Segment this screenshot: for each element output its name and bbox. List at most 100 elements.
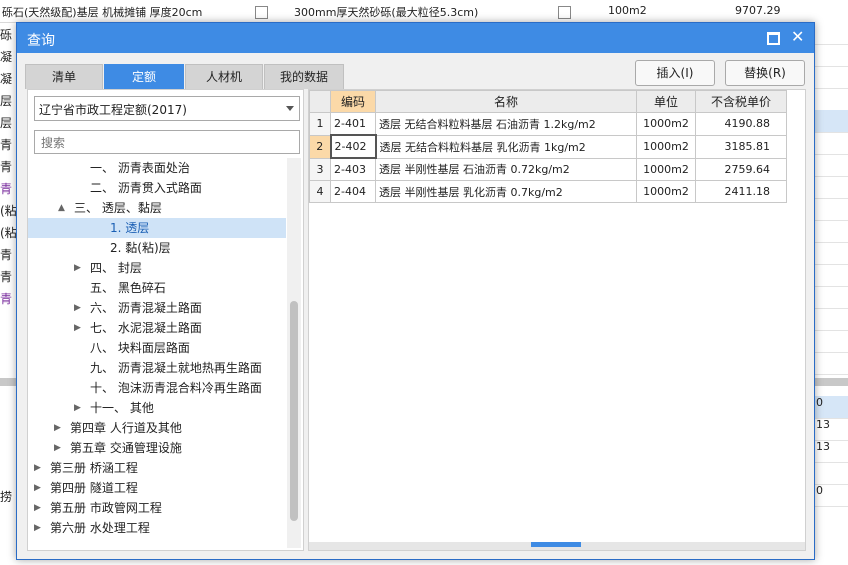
header-unit[interactable]: 单位	[636, 90, 696, 113]
bg-right-cell	[812, 286, 848, 309]
tree-node[interactable]: 2. 黏(粘)层	[28, 238, 286, 258]
cell-idx[interactable]: 4	[309, 180, 331, 203]
dialog-titlebar[interactable]: 查询 ✕	[17, 23, 814, 53]
splitter-handle[interactable]	[531, 542, 581, 547]
tab-list[interactable]: 清单	[25, 64, 103, 89]
bg-right-cell: 0	[812, 484, 848, 507]
tree-node[interactable]: ▶ 十一、 其他	[28, 398, 286, 418]
tree-node[interactable]: 十、 泡沫沥青混合料冷再生路面	[28, 378, 286, 398]
tree-node[interactable]: 二、 沥青贯入式路面	[28, 178, 286, 198]
cell-idx[interactable]: 2	[309, 134, 331, 159]
bg-checkbox[interactable]	[558, 6, 571, 19]
cell-unit[interactable]: 1000m2	[636, 180, 696, 203]
replace-button[interactable]: 替换(R)	[725, 60, 805, 86]
cell-unit[interactable]: 1000m2	[636, 157, 696, 181]
tree-scrollbar[interactable]	[287, 158, 301, 548]
maximize-icon[interactable]	[767, 32, 780, 45]
collapsed-arrow-icon[interactable]: ▶	[74, 398, 81, 418]
scrollbar-thumb[interactable]	[290, 301, 298, 521]
bg-right-cell	[812, 110, 848, 133]
header-name[interactable]: 名称	[375, 90, 637, 113]
tree-node[interactable]: ▶ 四、 封层	[28, 258, 286, 278]
collapsed-arrow-icon[interactable]: ▶	[34, 518, 41, 538]
tree-node[interactable]: 五、 黑色碎石	[28, 278, 286, 298]
collapsed-arrow-icon[interactable]: ▶	[34, 478, 41, 498]
bg-splitter[interactable]	[812, 378, 848, 386]
tree-node[interactable]: ▶ 第四册 隧道工程	[28, 478, 286, 498]
header-code[interactable]: 编码	[330, 90, 376, 113]
chevron-down-icon[interactable]	[286, 106, 294, 111]
tree-node[interactable]: 一、 沥青表面处治	[28, 158, 286, 178]
cell-idx[interactable]: 3	[309, 157, 331, 181]
cell-name[interactable]: 透层 无结合料粒料基层 石油沥青 1.2kg/m2	[375, 112, 637, 136]
background-top-row: 砾石(天然级配)基层 机械摊铺 厚度20cm 300mm厚天然砂砾(最大粒径5.…	[0, 0, 848, 23]
table-row[interactable]: 1 2-401 透层 无结合料粒料基层 石油沥青 1.2kg/m2 1000m2 419…	[309, 112, 787, 136]
cell-code[interactable]: 2-403	[330, 157, 376, 181]
cell-price[interactable]: 3185.81	[695, 134, 787, 159]
header-price[interactable]: 不含税单价	[695, 90, 787, 113]
bg-right-cell	[812, 308, 848, 331]
quota-tree: 一、 沥青表面处治二、 沥青贯入式路面 ▲ 三、 透层、黏层 1. 透层 2. 黏(粘)…	[28, 158, 286, 550]
tree-node-label: 第五册 市政管网工程	[50, 501, 162, 515]
cell-price[interactable]: 4190.88	[695, 112, 787, 136]
bg-checkbox[interactable]	[255, 6, 268, 19]
tree-node[interactable]: 九、 沥青混凝土就地热再生路面	[28, 358, 286, 378]
collapsed-arrow-icon[interactable]: ▶	[74, 298, 81, 318]
table-row[interactable]: 2 2-402 透层 无结合料粒料基层 乳化沥青 1kg/m2 1000m2 3185.…	[309, 134, 787, 159]
tree-node-label: 第四册 隧道工程	[50, 481, 138, 495]
table-row[interactable]: 3 2-403 透层 半刚性基层 石油沥青 0.72kg/m2 1000m2 2759.…	[309, 157, 787, 181]
horizontal-splitter[interactable]	[309, 542, 805, 550]
tree-node[interactable]: ▶ 第五章 交通管理设施	[28, 438, 286, 458]
tree-node[interactable]: ▶ 七、 水泥混凝土路面	[28, 318, 286, 338]
bg-right-cell	[812, 220, 848, 243]
tree-node[interactable]: ▶ 第四章 人行道及其他	[28, 418, 286, 438]
collapsed-arrow-icon[interactable]: ▶	[74, 258, 81, 278]
quota-results-panel: 编码 名称 单位 不含税单价 1 2-401 透层 无结合料粒料基层 石油沥青 1.…	[308, 89, 806, 551]
search-box[interactable]	[34, 130, 300, 154]
bg-right-cell	[812, 44, 848, 67]
tree-node[interactable]: ▶ 第三册 桥涵工程	[28, 458, 286, 478]
cell-name[interactable]: 透层 无结合料粒料基层 乳化沥青 1kg/m2	[375, 134, 637, 159]
dialog-title: 查询	[27, 33, 55, 49]
expanded-arrow-icon[interactable]: ▲	[58, 198, 65, 218]
table-row[interactable]: 4 2-404 透层 半刚性基层 乳化沥青 0.7kg/m2 1000m2 2411.1…	[309, 180, 787, 203]
collapsed-arrow-icon[interactable]: ▶	[34, 458, 41, 478]
collapsed-arrow-icon[interactable]: ▶	[54, 438, 61, 458]
bg-top-mid-text: 300mm厚天然砂砾(最大粒径5.3cm)	[294, 6, 479, 19]
quota-tree-panel: 辽宁省市政工程定额(2017) 一、 沥青表面处治二、 沥青贯入式路面 ▲ 三、 透…	[27, 89, 304, 551]
collapsed-arrow-icon[interactable]: ▶	[34, 498, 41, 518]
cell-unit[interactable]: 1000m2	[636, 112, 696, 136]
quota-library-select[interactable]: 辽宁省市政工程定额(2017)	[34, 96, 300, 121]
bg-right-cell	[812, 154, 848, 177]
collapsed-arrow-icon[interactable]: ▶	[74, 318, 81, 338]
cell-name[interactable]: 透层 半刚性基层 石油沥青 0.72kg/m2	[375, 157, 637, 181]
tree-node[interactable]: ▲ 三、 透层、黏层	[28, 198, 286, 218]
bg-right-cell	[812, 88, 848, 111]
header-index	[309, 90, 331, 113]
tree-node[interactable]: ▶ 第六册 水处理工程	[28, 518, 286, 538]
cell-code[interactable]: 2-401	[330, 112, 376, 136]
cell-name[interactable]: 透层 半刚性基层 乳化沥青 0.7kg/m2	[375, 180, 637, 203]
tab-materials[interactable]: 人材机	[185, 64, 263, 89]
tree-node-label: 三、 透层、黏层	[74, 201, 162, 215]
tree-node-label: 二、 沥青贯入式路面	[90, 181, 202, 195]
tree-node[interactable]: 1. 透层	[28, 218, 286, 238]
tree-node[interactable]: ▶ 六、 沥青混凝土路面	[28, 298, 286, 318]
cell-idx[interactable]: 1	[309, 112, 331, 136]
bg-right-cell	[812, 176, 848, 199]
cell-unit[interactable]: 1000m2	[636, 134, 696, 159]
tree-node[interactable]: ▶ 第五册 市政管网工程	[28, 498, 286, 518]
search-input[interactable]	[39, 133, 293, 153]
tree-node-label: 六、 沥青混凝土路面	[90, 301, 202, 315]
tree-node[interactable]: 八、 块料面层路面	[28, 338, 286, 358]
collapsed-arrow-icon[interactable]: ▶	[54, 418, 61, 438]
insert-button[interactable]: 插入(I)	[635, 60, 715, 86]
bg-right-cell	[812, 462, 848, 485]
cell-price[interactable]: 2411.18	[695, 180, 787, 203]
tab-quota[interactable]: 定额	[104, 64, 184, 89]
cell-price[interactable]: 2759.64	[695, 157, 787, 181]
cell-code[interactable]: 2-404	[330, 180, 376, 203]
cell-code[interactable]: 2-402	[329, 134, 377, 159]
close-icon[interactable]: ✕	[791, 27, 804, 46]
tab-my-data[interactable]: 我的数据	[264, 64, 344, 89]
